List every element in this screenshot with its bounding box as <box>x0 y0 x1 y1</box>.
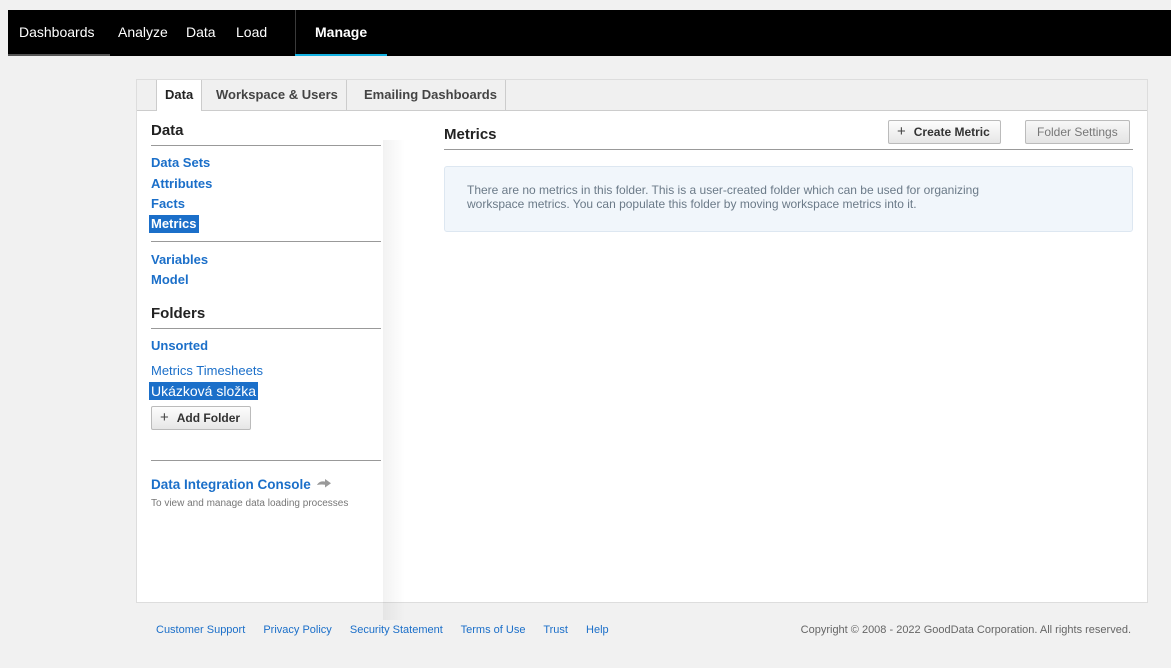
link-attributes[interactable]: Attributes <box>151 174 381 195</box>
folder-settings-button[interactable]: Folder Settings <box>1025 120 1130 144</box>
empty-message-line1: There are no metrics in this folder. Thi… <box>467 183 980 197</box>
nav-manage[interactable]: Manage <box>295 10 388 56</box>
footer-link-customer-support[interactable]: Customer Support <box>156 624 245 636</box>
link-facts[interactable]: Facts <box>151 194 381 215</box>
plus-icon: + <box>160 408 169 426</box>
nav-analyze[interactable]: Analyze <box>118 10 168 56</box>
nav-load[interactable]: Load <box>236 10 267 56</box>
top-navigation: Dashboards Analyze Data Load Manage <box>8 10 1171 56</box>
nav-data[interactable]: Data <box>186 10 216 56</box>
footer-link-privacy-policy[interactable]: Privacy Policy <box>263 624 331 636</box>
tab-emailing-dashboards[interactable]: Emailing Dashboards <box>356 80 506 110</box>
sidebar-shadow <box>383 140 405 620</box>
plus-icon: + <box>897 123 906 140</box>
title-divider <box>444 149 1133 150</box>
footer-link-terms-of-use[interactable]: Terms of Use <box>461 624 526 636</box>
manage-card: Data Workspace & Users Emailing Dashboar… <box>136 79 1148 620</box>
link-metrics[interactable]: Metrics <box>149 214 199 233</box>
footer-link-security-statement[interactable]: Security Statement <box>350 624 443 636</box>
dic-description: To view and manage data loading processe… <box>151 498 349 509</box>
left-sidebar: Data Data Sets Attributes Facts Metrics … <box>149 122 381 509</box>
nav-dashboards[interactable]: Dashboards <box>19 10 95 56</box>
link-data-sets[interactable]: Data Sets <box>151 153 381 174</box>
empty-message-line2: workspace metrics. You can populate this… <box>467 197 917 211</box>
footer-link-help[interactable]: Help <box>586 624 609 636</box>
page-title: Metrics <box>444 126 497 143</box>
folder-metrics-timesheets[interactable]: Metrics Timesheets <box>151 361 381 382</box>
arrow-right-icon <box>317 478 332 487</box>
link-variables[interactable]: Variables <box>151 250 381 271</box>
folder-unsorted[interactable]: Unsorted <box>151 336 381 357</box>
tab-data[interactable]: Data <box>156 80 203 111</box>
tab-workspace-users[interactable]: Workspace & Users <box>208 80 347 110</box>
tab-bar: Data Workspace & Users Emailing Dashboar… <box>137 80 1147 111</box>
data-integration-console-link[interactable]: Data Integration Console <box>151 477 311 492</box>
folder-ukazkova-slozka[interactable]: Ukázková složka <box>149 381 259 400</box>
nav-hover-underline <box>8 54 110 56</box>
link-model[interactable]: Model <box>151 270 381 291</box>
empty-folder-message: There are no metrics in this folder. Thi… <box>444 166 1133 232</box>
create-metric-button[interactable]: + Create Metric <box>888 120 1001 144</box>
footer-link-trust[interactable]: Trust <box>543 624 568 636</box>
folders-section-title: Folders <box>151 305 381 329</box>
copyright: Copyright © 2008 - 2022 GoodData Corpora… <box>800 624 1131 636</box>
footer: Customer Support Privacy Policy Security… <box>156 624 1131 636</box>
data-section-title: Data <box>151 122 381 146</box>
add-folder-button[interactable]: + Add Folder <box>151 405 252 430</box>
